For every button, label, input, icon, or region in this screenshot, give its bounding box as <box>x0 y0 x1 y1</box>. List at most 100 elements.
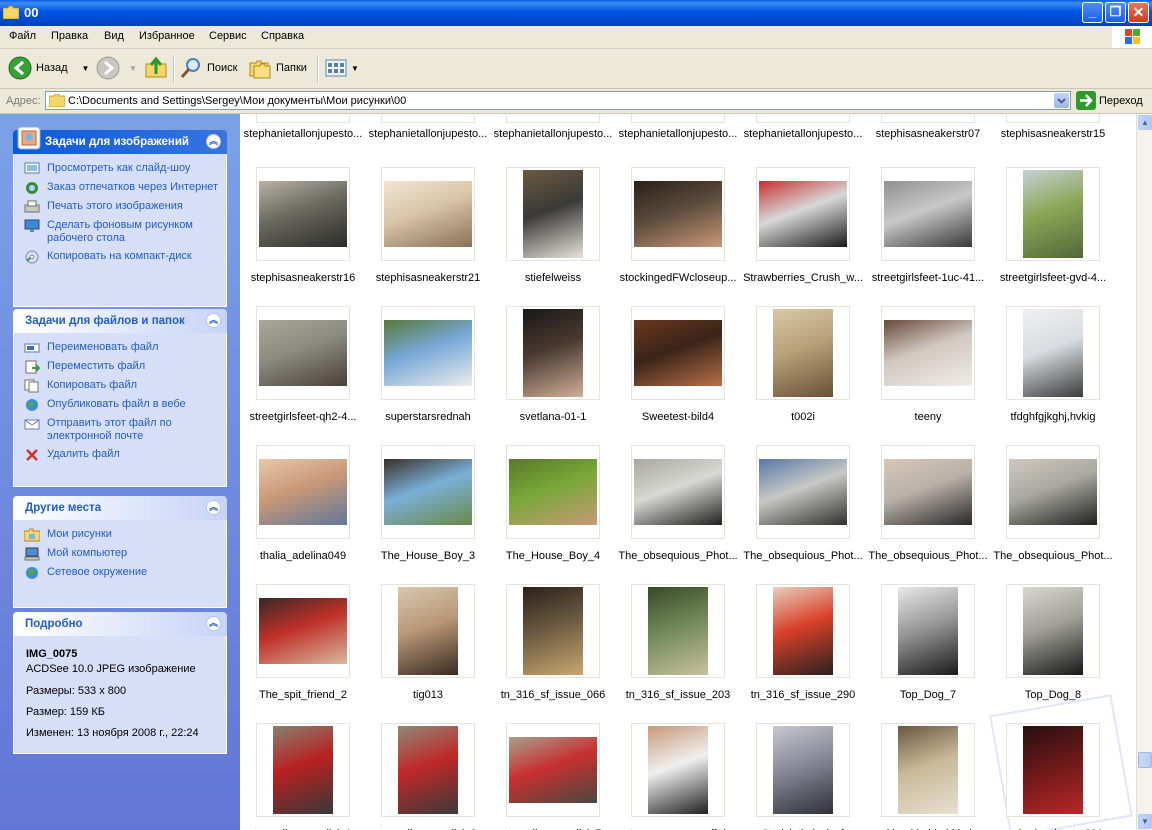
address-input[interactable]: C:\Documents and Settings\Sergey\Мои док… <box>45 91 1071 110</box>
task-copy-to-cd[interactable]: Копировать на компакт-диск <box>14 248 226 267</box>
file-item[interactable]: streetgirlsfeet-1uc-41... <box>866 167 990 306</box>
file-item[interactable]: stephisasneakerstr21 <box>366 167 490 306</box>
thumbnail-frame[interactable] <box>1006 306 1100 400</box>
file-item[interactable]: Sweetest-bild4 <box>616 306 740 445</box>
file-item[interactable]: tn_316_sf_issue_290 <box>741 584 865 723</box>
file-item[interactable]: u6tudyiutiutiuyiuyfu <box>741 723 865 830</box>
file-item[interactable]: superstarsrednah <box>366 306 490 445</box>
thumbnail-frame[interactable] <box>256 445 350 539</box>
thumbnail-frame[interactable] <box>881 306 975 400</box>
task-order-prints[interactable]: Заказ отпечатков через Интернет <box>14 179 226 198</box>
thumbnail-frame[interactable] <box>756 584 850 678</box>
file-item[interactable]: under-her-boots-001 <box>991 723 1115 830</box>
thumbnail-frame[interactable] <box>631 167 725 261</box>
thumbnail-frame[interactable] <box>631 584 725 678</box>
thumbnail-frame[interactable] <box>506 723 600 817</box>
file-item[interactable]: svetlana-01-1 <box>491 306 615 445</box>
place-my-computer[interactable]: Мой компьютер <box>14 545 226 564</box>
menu-favorites[interactable]: Избранное <box>139 30 195 42</box>
thumbnail-frame[interactable] <box>1006 167 1100 261</box>
file-item[interactable]: Strawberries_Crush_w... <box>741 167 865 306</box>
file-name[interactable]: stephanietallonjupesto... <box>491 128 615 140</box>
maximize-button[interactable]: ❐ <box>1105 2 1126 23</box>
menu-help[interactable]: Справка <box>261 30 304 42</box>
thumbnail-frame[interactable] <box>256 584 350 678</box>
address-dropdown-button[interactable] <box>1054 93 1069 108</box>
file-item[interactable]: The_spit_friend_2 <box>241 584 365 723</box>
thumbnail-frame[interactable] <box>256 167 350 261</box>
file-item[interactable]: stockingedFWcloseup... <box>616 167 740 306</box>
file-item[interactable]: tn_316_sf_issue_203 <box>616 584 740 723</box>
thumbnail-frame[interactable] <box>756 723 850 817</box>
task-slideshow[interactable]: Просмотреть как слайд-шоу <box>14 160 226 179</box>
task-copy[interactable]: Копировать файл <box>14 377 226 396</box>
file-item[interactable]: teeny <box>866 306 990 445</box>
thumbnail-frame[interactable] <box>881 723 975 817</box>
file-item[interactable]: tyyyyyyyyyyyyyqfftd <box>616 723 740 830</box>
file-tasks-header[interactable]: Задачи для файлов и папок ︽ <box>13 309 227 333</box>
place-my-pictures[interactable]: Мои рисунки <box>14 526 226 545</box>
file-name[interactable]: stephanietallonjupesto... <box>741 128 865 140</box>
details-header[interactable]: Подробно ︽ <box>13 612 227 636</box>
file-item[interactable]: Top_Dog_7 <box>866 584 990 723</box>
file-item[interactable]: The_obsequious_Phot... <box>866 445 990 584</box>
file-item[interactable]: ukbgahkgbkgbkkgb <box>866 723 990 830</box>
collapse-icon[interactable]: ︽ <box>206 313 221 328</box>
thumbnail-frame[interactable] <box>256 723 350 817</box>
back-dropdown-icon[interactable]: ▼ <box>82 64 90 73</box>
scroll-up-button[interactable]: ▲ <box>1138 115 1152 130</box>
thumbnail-frame[interactable] <box>881 584 975 678</box>
file-item[interactable]: streetgirlsfeet-qh2-4... <box>241 306 365 445</box>
thumbnail-frame[interactable] <box>756 445 850 539</box>
thumbnail-frame[interactable] <box>881 167 975 261</box>
task-print[interactable]: Печать этого изображения <box>14 198 226 217</box>
forward-button[interactable]: ▼ <box>96 55 137 81</box>
file-item[interactable]: The_House_Boy_3 <box>366 445 490 584</box>
thumbnail-frame[interactable] <box>1006 723 1100 817</box>
thumbnail-frame[interactable] <box>631 114 725 123</box>
file-item[interactable]: thalia_adelina049 <box>241 445 365 584</box>
file-item[interactable]: trampling_mcalicia2 <box>366 723 490 830</box>
menu-edit[interactable]: Правка <box>51 30 88 42</box>
thumbnail-frame[interactable] <box>381 306 475 400</box>
task-rename[interactable]: Переименовать файл <box>14 339 226 358</box>
menu-view[interactable]: Вид <box>104 30 124 42</box>
views-button[interactable]: ▼ <box>324 55 359 81</box>
file-item[interactable]: tfdghfgjkghj,hvkig <box>991 306 1115 445</box>
file-item[interactable]: trampling_mcalicia5 <box>491 723 615 830</box>
back-button[interactable]: Назад ▼ <box>8 55 89 81</box>
file-item[interactable]: The_obsequious_Phot... <box>991 445 1115 584</box>
file-item[interactable]: tn_316_sf_issue_066 <box>491 584 615 723</box>
menu-file[interactable]: Файл <box>9 30 36 42</box>
close-button[interactable]: ✕ <box>1128 2 1149 23</box>
image-tasks-header[interactable]: Задачи для изображений ︽ <box>13 126 227 154</box>
thumbnail-frame[interactable] <box>1006 445 1100 539</box>
file-item[interactable]: stiefelweiss <box>491 167 615 306</box>
thumbnail-frame[interactable] <box>506 114 600 123</box>
thumbnail-frame[interactable] <box>756 306 850 400</box>
file-name[interactable]: stephisasneakerstr15 <box>991 128 1115 140</box>
thumbnail-frame[interactable] <box>381 584 475 678</box>
file-name[interactable]: stephanietallonjupesto... <box>616 128 740 140</box>
thumbnail-frame[interactable] <box>506 584 600 678</box>
file-item[interactable]: The_obsequious_Phot... <box>616 445 740 584</box>
file-item[interactable]: stephisasneakerstr16 <box>241 167 365 306</box>
task-move[interactable]: Переместить файл <box>14 358 226 377</box>
other-places-header[interactable]: Другие места ︽ <box>13 496 227 520</box>
place-network[interactable]: Сетевое окружение <box>14 564 226 583</box>
collapse-icon[interactable]: ︽ <box>206 500 221 515</box>
thumbnail-frame[interactable] <box>506 306 600 400</box>
file-name[interactable]: stephanietallonjupesto... <box>366 128 490 140</box>
thumbnail-frame[interactable] <box>756 167 850 261</box>
search-button[interactable]: Поиск <box>179 55 237 81</box>
file-item[interactable]: The_obsequious_Phot... <box>741 445 865 584</box>
thumbnail-frame[interactable] <box>881 445 975 539</box>
thumbnail-frame[interactable] <box>381 723 475 817</box>
scroll-down-button[interactable]: ▼ <box>1138 814 1152 829</box>
thumbnail-frame[interactable] <box>1006 114 1100 123</box>
file-item[interactable]: The_House_Boy_4 <box>491 445 615 584</box>
go-button[interactable] <box>1076 91 1096 110</box>
thumbnail-frame[interactable] <box>756 114 850 123</box>
file-item[interactable]: streetgirlsfeet-gvd-4... <box>991 167 1115 306</box>
collapse-icon[interactable]: ︽ <box>206 616 221 631</box>
